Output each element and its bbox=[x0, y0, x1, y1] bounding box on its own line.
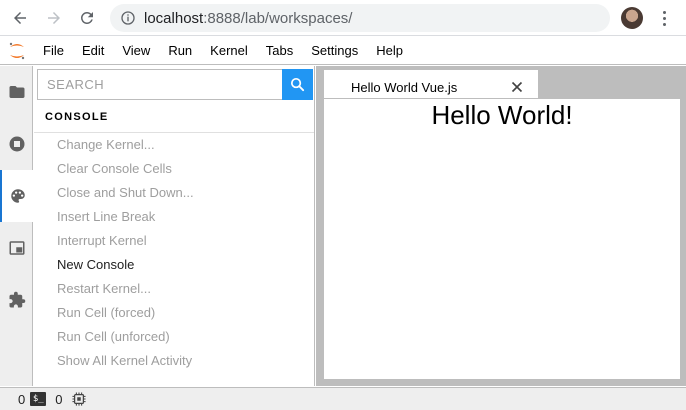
browser-toolbar: localhost:8888/lab/workspaces/ bbox=[0, 0, 686, 36]
menu-tabs[interactable]: Tabs bbox=[257, 37, 302, 65]
document-content: Hello World! bbox=[324, 98, 680, 379]
forward-button[interactable] bbox=[44, 8, 64, 28]
kernel-count: 0 bbox=[55, 391, 63, 407]
command-palette-tab[interactable] bbox=[0, 170, 34, 222]
status-bar: 0 $_ 0 bbox=[0, 387, 686, 410]
main-dock-panel: Hello World Vue.js Hello World! bbox=[316, 66, 686, 386]
command-item[interactable]: Interrupt Kernel bbox=[34, 229, 314, 253]
running-icon bbox=[9, 136, 24, 152]
folder-icon bbox=[9, 86, 24, 98]
menu-items: File Edit View Run Kernel Tabs Settings … bbox=[34, 37, 412, 65]
running-tab[interactable] bbox=[0, 118, 33, 170]
browser-menu-icon[interactable] bbox=[656, 8, 672, 28]
arrow-left-icon bbox=[14, 12, 26, 24]
command-item[interactable]: New Console bbox=[34, 253, 314, 277]
command-item[interactable]: Clear Console Cells bbox=[34, 157, 314, 181]
section-header-console: CONSOLE bbox=[45, 111, 109, 123]
address-bar[interactable]: localhost:8888/lab/workspaces/ bbox=[110, 4, 610, 32]
open-tabs-tab[interactable] bbox=[0, 222, 33, 274]
terminal-status[interactable]: 0 $_ bbox=[18, 391, 47, 407]
info-icon[interactable] bbox=[120, 10, 136, 26]
hello-heading: Hello World! bbox=[431, 100, 573, 130]
command-item[interactable]: Show All Kernel Activity bbox=[34, 349, 314, 373]
palette-search-box bbox=[37, 69, 313, 100]
extension-manager-tab[interactable] bbox=[0, 274, 33, 326]
reload-icon bbox=[80, 11, 93, 24]
reload-button[interactable] bbox=[77, 8, 97, 28]
menu-help[interactable]: Help bbox=[367, 37, 412, 65]
palette-icon bbox=[11, 189, 25, 203]
profile-avatar[interactable] bbox=[621, 7, 643, 29]
menu-bar: File Edit View Run Kernel Tabs Settings … bbox=[0, 37, 686, 65]
menu-kernel[interactable]: Kernel bbox=[201, 37, 257, 65]
tab-close-button[interactable] bbox=[509, 79, 525, 95]
palette-search-input[interactable] bbox=[38, 70, 282, 99]
command-list: Change Kernel... Clear Console Cells Clo… bbox=[34, 133, 314, 373]
command-item[interactable]: Restart Kernel... bbox=[34, 277, 314, 301]
url-host: localhost bbox=[144, 9, 204, 27]
left-activity-bar bbox=[0, 66, 34, 386]
kernel-chip-icon bbox=[72, 392, 87, 406]
command-item[interactable]: Close and Shut Down... bbox=[34, 181, 314, 205]
command-item[interactable]: Run Cell (forced) bbox=[34, 301, 314, 325]
menu-file[interactable]: File bbox=[34, 37, 73, 65]
search-button[interactable] bbox=[282, 69, 313, 100]
extension-icon bbox=[9, 291, 25, 308]
menu-view[interactable]: View bbox=[113, 37, 159, 65]
search-icon bbox=[290, 77, 305, 92]
command-item[interactable]: Run Cell (unforced) bbox=[34, 325, 314, 349]
close-icon bbox=[511, 81, 523, 93]
tab-label: Hello World Vue.js bbox=[351, 79, 458, 95]
arrow-right-icon bbox=[48, 12, 60, 24]
command-item[interactable]: Change Kernel... bbox=[34, 133, 314, 157]
menu-settings[interactable]: Settings bbox=[302, 37, 367, 65]
terminal-count: 0 bbox=[18, 391, 26, 407]
menu-run[interactable]: Run bbox=[159, 37, 201, 65]
menu-edit[interactable]: Edit bbox=[73, 37, 113, 65]
jupyter-logo-icon bbox=[9, 42, 25, 60]
url-path: :8888/lab/workspaces/ bbox=[203, 9, 353, 27]
tabs-icon bbox=[9, 241, 24, 255]
back-button[interactable] bbox=[10, 8, 30, 28]
command-palette: CONSOLE Change Kernel... Clear Console C… bbox=[34, 66, 315, 386]
file-browser-tab[interactable] bbox=[0, 66, 33, 118]
kernel-status[interactable]: 0 bbox=[55, 391, 87, 407]
command-item[interactable]: Insert Line Break bbox=[34, 205, 314, 229]
terminal-icon: $_ bbox=[30, 392, 47, 406]
